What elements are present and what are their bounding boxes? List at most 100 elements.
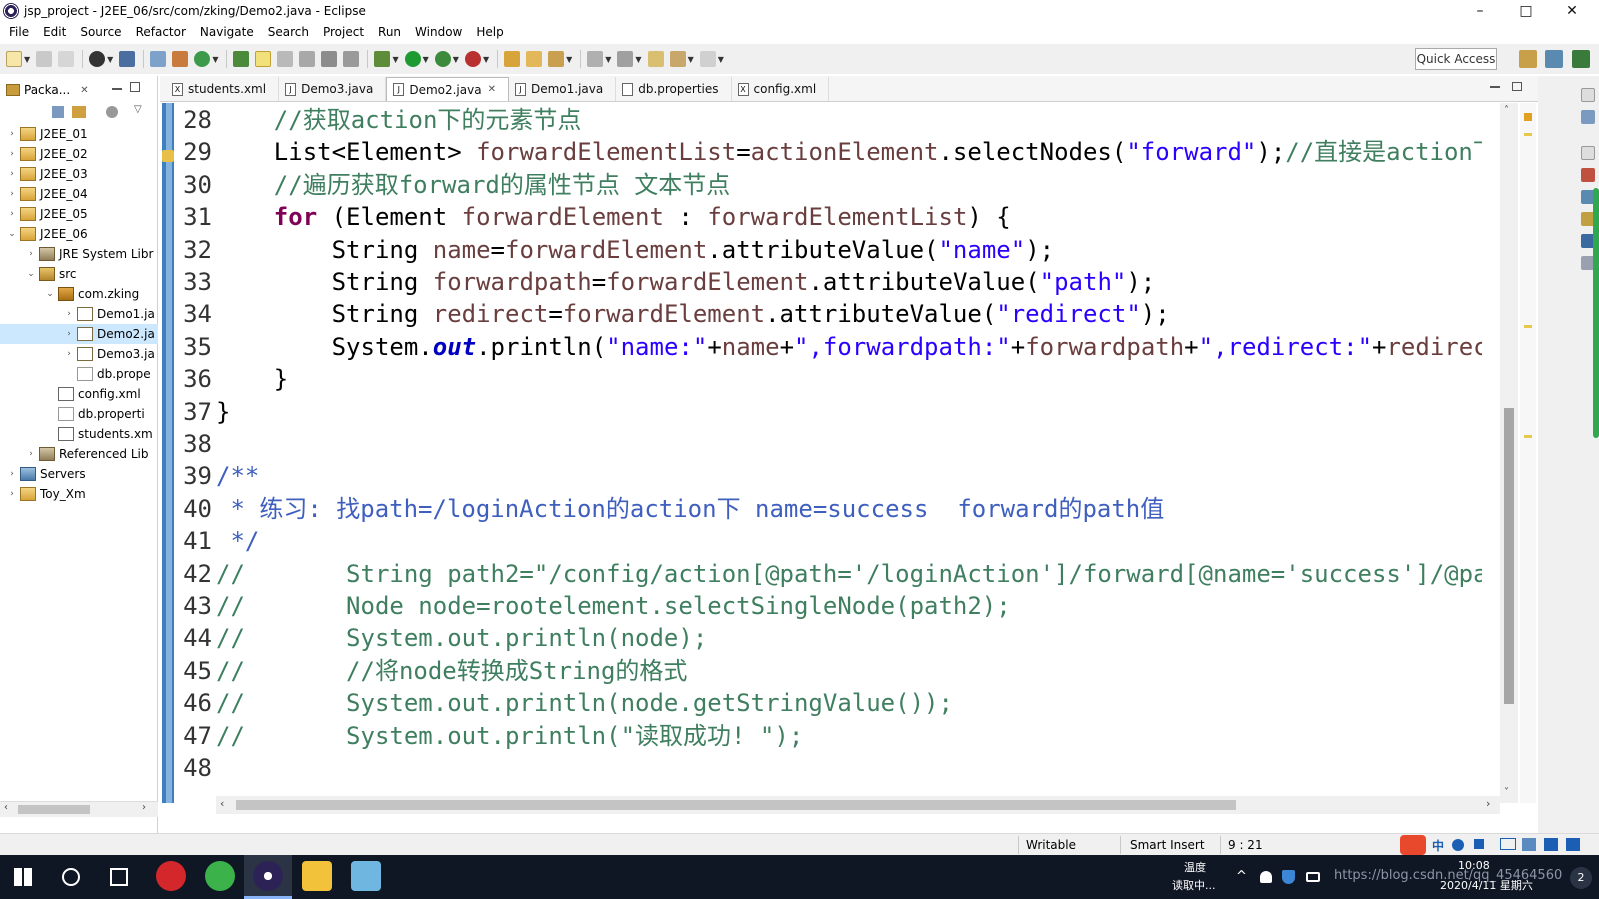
editor-vertical-scrollbar[interactable]: ˄ ˅ <box>1500 103 1518 803</box>
scroll-right-icon[interactable]: › <box>1486 797 1490 810</box>
paragraph-icon[interactable] <box>343 51 360 67</box>
expand-toggle-icon[interactable]: › <box>6 189 18 199</box>
overview-warning-marker[interactable] <box>1524 113 1532 121</box>
scrollbar-thumb[interactable] <box>236 800 1236 810</box>
save-all-icon[interactable] <box>58 51 75 67</box>
overview-occurrence-marker[interactable] <box>1524 133 1532 136</box>
code-line[interactable]: // String path2="/config/action[@path='/… <box>216 558 1482 591</box>
run-server-dropdown-icon[interactable]: ▼ <box>453 55 459 64</box>
prev-annotation-dropdown-icon[interactable]: ▼ <box>635 55 641 64</box>
notification-center-badge[interactable]: 2 <box>1570 867 1592 889</box>
tree-item[interactable]: › J2EE_04 <box>0 184 158 204</box>
markers-icon[interactable] <box>1581 168 1595 182</box>
code-area[interactable]: //获取action下的元素节点 List<Element> forwardEl… <box>216 103 1482 803</box>
link-editor-icon[interactable] <box>72 106 86 118</box>
menu-edit[interactable]: Edit <box>36 22 73 42</box>
close-icon[interactable]: ✕ <box>80 85 88 96</box>
battery-icon[interactable] <box>1306 872 1320 882</box>
new-class-icon[interactable] <box>194 51 211 67</box>
package-explorer-tab[interactable]: Packa... ✕ <box>6 80 89 100</box>
expand-toggle-icon[interactable]: › <box>6 469 18 479</box>
notepad-icon[interactable] <box>351 861 381 891</box>
collapse-all-icon[interactable] <box>52 106 64 118</box>
code-line[interactable]: */ <box>216 525 259 558</box>
tree-item[interactable]: › Toy_Xm <box>0 484 158 504</box>
toggle-mark-occurrences-icon[interactable] <box>255 51 272 67</box>
next-annotation-dropdown-icon[interactable]: ▼ <box>605 55 611 64</box>
tree-item[interactable]: › Servers <box>0 464 158 484</box>
open-perspective-icon[interactable] <box>1519 50 1537 68</box>
overview-occurrence-marker[interactable] <box>1524 435 1532 438</box>
code-line[interactable]: // //将node转换成String的格式 <box>216 655 687 688</box>
scroll-up-icon[interactable]: ˄ <box>1504 105 1509 116</box>
close-button[interactable]: ✕ <box>1549 0 1595 22</box>
minimize-view-icon[interactable] <box>112 88 122 90</box>
maximize-button[interactable]: □ <box>1503 0 1549 22</box>
scroll-right-icon[interactable]: › <box>142 802 146 813</box>
run-dropdown-icon[interactable]: ▼ <box>423 55 429 64</box>
menu-source[interactable]: Source <box>73 22 128 42</box>
expand-toggle-icon[interactable]: ⌄ <box>25 269 37 279</box>
task-view-icon[interactable] <box>110 868 128 886</box>
tree-item[interactable]: config.xml <box>0 384 158 404</box>
editor-tab[interactable]: J Demo1.java <box>509 77 617 101</box>
editor-tab[interactable]: db.properties <box>616 77 732 101</box>
code-line[interactable]: System.out.println("name:"+name+",forwar… <box>216 331 1482 364</box>
debug-icon[interactable] <box>374 51 391 67</box>
ime-user-icon[interactable] <box>1522 838 1536 851</box>
editor-horizontal-scrollbar[interactable]: ‹ › <box>216 796 1500 814</box>
clock-date[interactable]: 2020/4/11 星期六 <box>1440 877 1533 893</box>
tree-item[interactable]: students.xm <box>0 424 158 444</box>
tray-expand-icon[interactable]: ^ <box>1236 869 1247 884</box>
warning-icon[interactable] <box>162 150 174 162</box>
forward-dropdown-icon[interactable]: ▼ <box>718 55 724 64</box>
security-shield-icon[interactable] <box>1282 870 1295 884</box>
format-icon[interactable] <box>321 51 338 67</box>
ime-moon-icon[interactable] <box>1452 839 1464 851</box>
netease-music-icon[interactable] <box>156 861 186 891</box>
focus-icon[interactable] <box>106 106 118 118</box>
external-tools-icon[interactable] <box>464 51 481 67</box>
editor-tab[interactable]: J Demo2.java ✕ <box>386 77 509 101</box>
expand-toggle-icon[interactable]: › <box>63 329 75 339</box>
ime-settings-icon[interactable] <box>1566 838 1580 851</box>
new-icon[interactable] <box>6 51 22 67</box>
tree-item[interactable]: › Demo2.ja <box>0 324 158 344</box>
skip-breakpoints-icon[interactable] <box>150 51 167 67</box>
run-server-icon[interactable] <box>434 51 451 67</box>
editor-tab[interactable]: Xstudents.xml <box>166 77 280 101</box>
expand-toggle-icon[interactable]: ⌄ <box>6 229 18 239</box>
clock-time[interactable]: 10:08 <box>1458 859 1490 872</box>
tree-item[interactable]: › JRE System Libr <box>0 244 158 264</box>
scroll-left-icon[interactable]: ‹ <box>220 797 224 810</box>
menu-navigate[interactable]: Navigate <box>193 22 261 42</box>
scroll-left-icon[interactable]: ‹ <box>4 802 8 813</box>
search-tool-dropdown-icon[interactable]: ▼ <box>566 55 572 64</box>
terminal-icon[interactable] <box>119 51 136 67</box>
code-line[interactable]: /** <box>216 460 259 493</box>
maximize-editor-icon[interactable] <box>1512 82 1522 91</box>
tree-item[interactable]: › Demo3.ja <box>0 344 158 364</box>
code-line[interactable]: for (Element forwardElement : forwardEle… <box>216 201 1011 234</box>
search-icon[interactable] <box>62 868 80 886</box>
sogou-ime-icon[interactable] <box>1400 835 1426 855</box>
external-tools-dropdown-icon[interactable]: ▼ <box>483 55 489 64</box>
menu-refactor[interactable]: Refactor <box>129 22 193 42</box>
menu-file[interactable]: File <box>2 22 36 42</box>
search-tool-icon[interactable] <box>548 51 565 67</box>
expand-toggle-icon[interactable]: › <box>6 149 18 159</box>
insert-mode-status[interactable]: Smart Insert <box>1130 837 1205 853</box>
new-dropdown-icon[interactable]: ▼ <box>24 55 30 64</box>
code-line[interactable]: String forwardpath=forwardElement.attrib… <box>216 266 1156 299</box>
java-ee-perspective-icon[interactable] <box>1545 50 1563 68</box>
show-whitespace-icon[interactable] <box>277 51 294 67</box>
tree-item[interactable]: › J2EE_03 <box>0 164 158 184</box>
tree-item[interactable]: ⌄ com.zking <box>0 284 158 304</box>
view-menu-icon[interactable]: ▽ <box>134 104 142 115</box>
scroll-down-icon[interactable]: ˅ <box>1504 787 1509 798</box>
ime-language[interactable]: 中 <box>1432 837 1444 854</box>
debug-config-icon[interactable] <box>89 51 106 67</box>
expand-toggle-icon[interactable]: › <box>6 489 18 499</box>
quick-access-field[interactable]: Quick Access <box>1415 48 1497 70</box>
tree-item[interactable]: db.properti <box>0 404 158 424</box>
